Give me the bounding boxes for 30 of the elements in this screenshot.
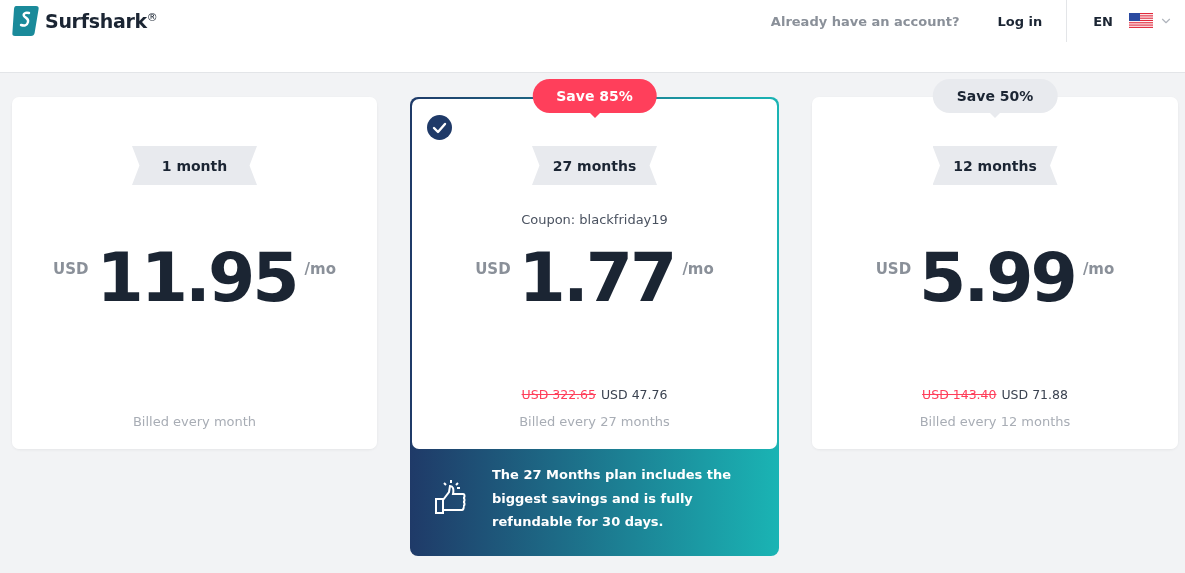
total-price: USD 71.88 bbox=[1001, 387, 1068, 402]
account-prompt: Already have an account? bbox=[770, 13, 960, 29]
currency-label: USD bbox=[875, 260, 912, 278]
logo-icon bbox=[12, 4, 39, 38]
login-link[interactable]: Log in bbox=[997, 0, 1068, 42]
old-total: USD 322.65 bbox=[521, 387, 596, 402]
flag-icon[interactable] bbox=[1129, 13, 1153, 29]
old-total: USD 143.40 bbox=[922, 387, 997, 402]
billing-text: Billed every 27 months bbox=[519, 414, 670, 429]
billing-text: Billed every 12 months bbox=[919, 414, 1071, 429]
language-label[interactable]: EN bbox=[1093, 13, 1113, 29]
price-unit: /mo bbox=[304, 260, 336, 278]
total-price: USD 47.76 bbox=[600, 387, 668, 402]
duration-ribbon: 12 months bbox=[932, 146, 1058, 185]
billing-text: Billed every month bbox=[132, 414, 257, 429]
currency-label: USD bbox=[475, 260, 511, 278]
price-amount: 5.99 bbox=[919, 238, 1075, 318]
promo-text: The 27 Months plan includes the biggest savings and is fully refundable for 30 days. bbox=[492, 466, 733, 531]
price-unit: /mo bbox=[682, 260, 714, 278]
savings-badge: Save 85% bbox=[532, 79, 657, 113]
check-icon bbox=[427, 115, 452, 140]
duration-ribbon: 27 months bbox=[532, 146, 657, 185]
price-amount: 1.77 bbox=[518, 238, 675, 318]
coupon-text: Coupon: blackfriday19 bbox=[521, 212, 668, 229]
savings-badge: Save 50% bbox=[932, 79, 1058, 113]
price-amount: 11.95 bbox=[96, 238, 297, 318]
duration-ribbon: 1 month bbox=[132, 146, 257, 185]
currency-label: USD bbox=[53, 260, 89, 278]
price-unit: /mo bbox=[1082, 260, 1115, 278]
logo-text: Surfshark$^{®}$ bbox=[45, 10, 158, 32]
